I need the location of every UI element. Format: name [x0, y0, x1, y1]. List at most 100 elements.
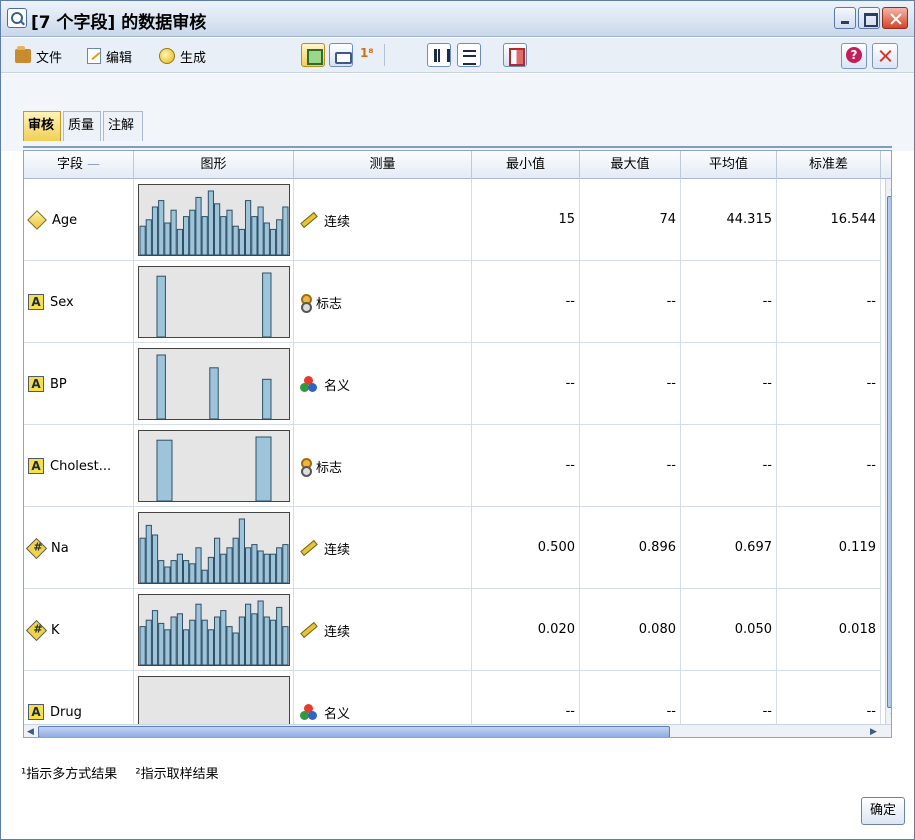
vertical-scrollbar[interactable]: ▲ ▼ — [885, 179, 892, 725]
table-row[interactable]: K 连续 0.0200.0800.0500.018 — [24, 589, 881, 671]
histogram-bar — [238, 616, 246, 665]
max-value: -- — [580, 425, 681, 507]
std-value: -- — [777, 261, 881, 343]
max-value: 0.896 — [580, 507, 681, 589]
table-row[interactable]: Na 连续 0.5000.8960.6970.119 — [24, 507, 881, 589]
help-button[interactable] — [841, 43, 867, 69]
histogram-bar — [176, 553, 183, 583]
histogram-svg — [156, 436, 272, 501]
ruler-icon — [300, 211, 318, 229]
column-header-field[interactable]: 字段 — — [24, 151, 134, 179]
histogram-bar — [220, 216, 227, 255]
column-header-std[interactable]: 标准差 — [777, 151, 881, 179]
scroll-left-icon[interactable]: ◀ — [24, 725, 37, 737]
column-header-max[interactable]: 最大值 — [580, 151, 681, 179]
histogram-bar — [183, 560, 190, 583]
graph-cell[interactable] — [134, 343, 294, 425]
row-view-button[interactable] — [457, 43, 481, 67]
column-header-min[interactable]: 最小值 — [472, 151, 580, 179]
histogram-bar — [282, 626, 289, 665]
title-bar[interactable]: [7 个字段] 的数据审核 — [1, 1, 914, 37]
horizontal-scroll-thumb[interactable] — [38, 726, 670, 737]
measurement-label: 标志 — [316, 460, 343, 476]
mean-value: 0.050 — [681, 589, 777, 671]
maximize-button[interactable] — [858, 7, 880, 29]
export-table-button[interactable] — [301, 43, 325, 67]
menu-file[interactable]: 文件 — [15, 45, 62, 67]
vertical-scroll-thumb[interactable] — [887, 196, 891, 708]
graph-cell[interactable] — [134, 507, 294, 589]
ruler-icon — [300, 539, 318, 557]
measurement-cell: 名义 — [294, 343, 472, 425]
histogram-bar — [276, 547, 283, 583]
field-name-wrap: Age — [24, 179, 133, 261]
field-name: Na — [51, 540, 69, 556]
mean-value: 0.697 — [681, 507, 777, 589]
histogram-bar — [276, 219, 283, 255]
menu-generate[interactable]: 生成 — [159, 45, 206, 67]
distribution-thumbnail[interactable] — [138, 594, 290, 666]
display-options-button[interactable] — [503, 43, 527, 67]
close-output-button[interactable] — [872, 43, 898, 69]
field-name: BP — [50, 376, 67, 392]
scroll-right-icon[interactable]: ▶ — [867, 725, 880, 737]
graph-cell[interactable] — [134, 589, 294, 671]
column-header-graph[interactable]: 图形 — [134, 151, 294, 179]
sort-ascending-icon[interactable] — [355, 43, 379, 67]
ok-button[interactable]: 确定 — [861, 797, 905, 825]
tab-audit[interactable]: 审核 — [23, 111, 61, 141]
measurement-cell: 标志 — [294, 261, 472, 343]
column-view-button[interactable] — [427, 43, 451, 67]
menu-generate-label: 生成 — [180, 50, 207, 66]
histogram-bar — [139, 225, 146, 255]
distribution-thumbnail[interactable] — [138, 184, 290, 256]
menu-edit[interactable]: 编辑 — [87, 45, 132, 67]
measurement-cell: 连续 — [294, 179, 472, 261]
window-close-button[interactable] — [882, 7, 908, 29]
table-row[interactable]: A Cholest... 标志 -- -- -- -- — [24, 425, 881, 507]
table-row[interactable]: Age 连续 15 74 44.315 16.544 — [24, 179, 881, 261]
table-row[interactable]: A Sex 标志 -- -- -- -- — [24, 261, 881, 343]
histogram-bar — [151, 534, 159, 583]
scroll-up-icon[interactable]: ▲ — [887, 179, 892, 195]
field-name-wrap: A Sex — [24, 261, 133, 343]
histogram-svg — [139, 518, 289, 583]
histogram-bar — [156, 439, 173, 501]
field-name: Cholest... — [50, 458, 112, 474]
histogram-bar — [251, 613, 258, 665]
histogram-bar — [226, 626, 233, 665]
string-a-icon: A — [28, 294, 44, 310]
scroll-down-icon[interactable]: ▼ — [887, 709, 892, 725]
distribution-thumbnail[interactable] — [138, 348, 290, 420]
max-value: 0.080 — [580, 589, 681, 671]
tab-quality[interactable]: 质量 — [63, 111, 101, 141]
column-header-mean[interactable]: 平均值 — [681, 151, 777, 179]
histogram-bar — [151, 610, 159, 665]
nominal-dot — [308, 383, 317, 392]
distribution-thumbnail[interactable] — [138, 430, 290, 502]
histogram-bar — [263, 222, 270, 255]
continuous-diamond-icon — [27, 210, 47, 230]
mean-value: -- — [681, 261, 777, 343]
std-value: 0.018 — [777, 589, 881, 671]
string-a-icon: A — [28, 376, 44, 392]
horizontal-scrollbar[interactable]: ◀ ▶ — [24, 724, 891, 737]
edit-icon — [87, 48, 101, 64]
graph-cell[interactable] — [134, 425, 294, 507]
histogram-bar — [164, 222, 171, 255]
field-cell: A Sex — [24, 261, 134, 343]
histogram-bar — [269, 619, 277, 665]
max-value: -- — [580, 343, 681, 425]
histogram-bar — [251, 544, 258, 583]
graph-cell[interactable] — [134, 261, 294, 343]
table-row[interactable]: A BP 名义 -- -- -- -- — [24, 343, 881, 425]
tab-annotations[interactable]: 注解 — [103, 111, 143, 141]
distribution-thumbnail[interactable] — [138, 512, 290, 584]
nominal-icon — [300, 704, 318, 720]
column-header-measurement[interactable]: 测量 — [294, 151, 472, 179]
graph-cell[interactable] — [134, 179, 294, 261]
distribution-thumbnail[interactable] — [138, 266, 290, 338]
print-button[interactable] — [329, 43, 353, 67]
minimize-button[interactable] — [834, 7, 856, 29]
histogram-bar — [255, 436, 272, 501]
